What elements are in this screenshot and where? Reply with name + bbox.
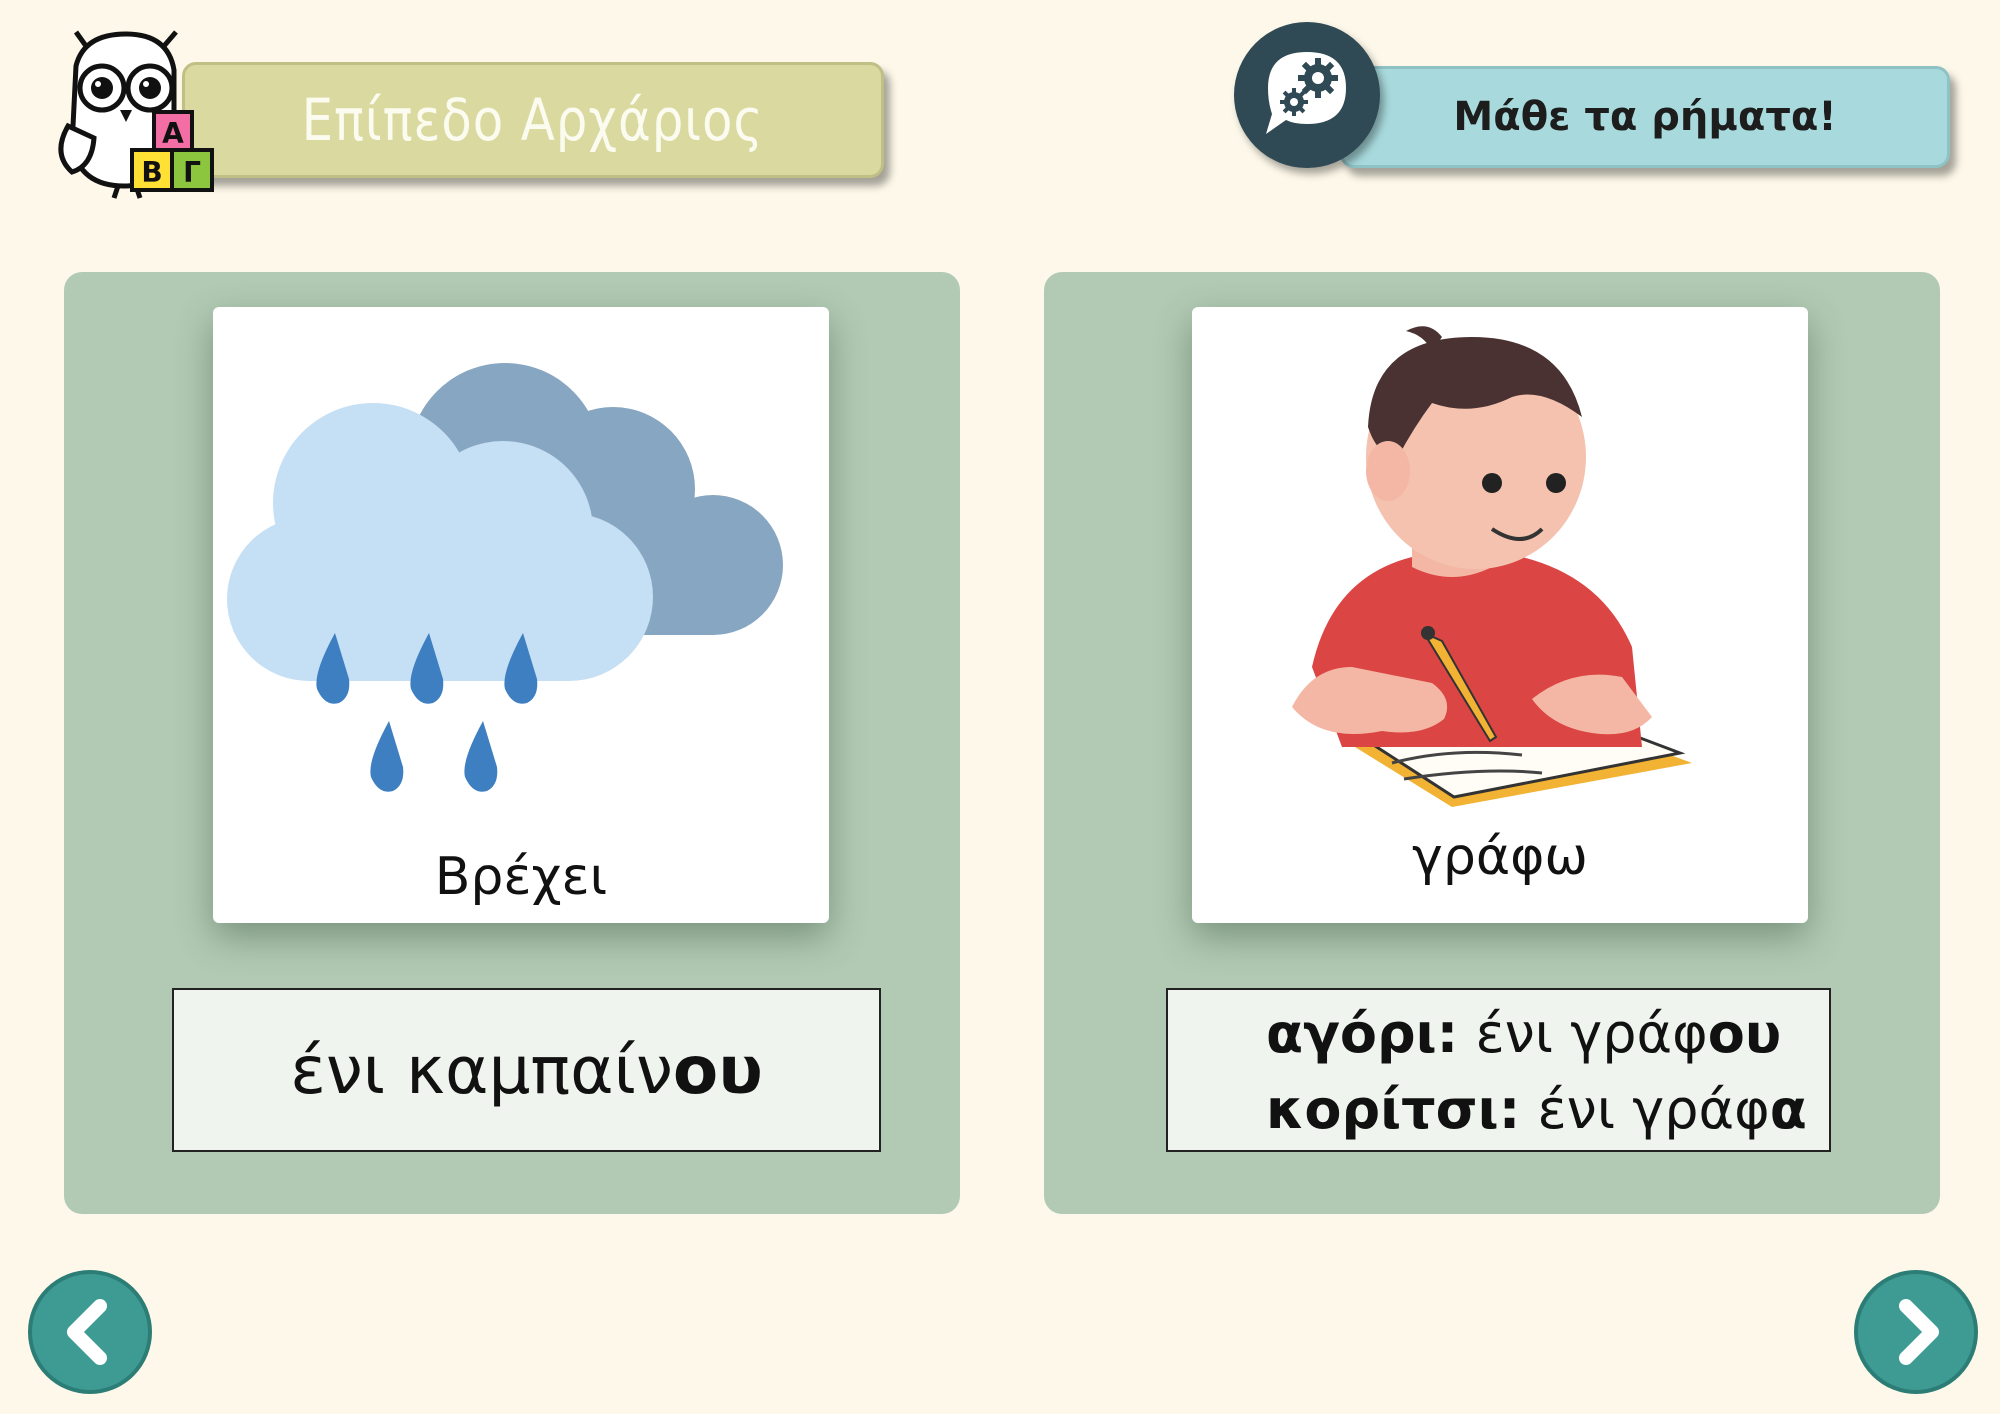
next-button[interactable] — [1854, 1270, 1978, 1394]
answer-line-boy: αγόρι: ένι γράφου — [1266, 1002, 1781, 1065]
answer-line-girl: κορίτσι: ένι γράφα — [1266, 1078, 1807, 1141]
owl-abc-logo: Α Β Γ — [58, 30, 214, 199]
answer-stem: ένι γράφ — [1520, 1078, 1770, 1141]
boy-writing-illustration — [1292, 326, 1692, 807]
answer-label: αγόρι: — [1266, 1002, 1459, 1065]
answer-label: κορίτσι: — [1266, 1078, 1521, 1141]
chevron-left-icon — [67, 1299, 107, 1365]
rain-verb-answer-box: ένι καμπαίνου — [172, 988, 881, 1152]
rain-cloud-illustration — [227, 363, 783, 792]
previous-button[interactable] — [28, 1270, 152, 1394]
card-caption: Βρέχει — [434, 847, 608, 907]
write-picture-card: γράφω — [1192, 307, 1808, 923]
rain-picture-card: Βρέχει — [213, 307, 829, 923]
logo-letter-g: Γ — [183, 156, 201, 189]
gears-speech-badge — [1234, 22, 1380, 168]
gears-speech-icon — [1266, 52, 1346, 134]
card-caption: γράφω — [1412, 827, 1588, 887]
answer-ending: ου — [672, 1031, 763, 1109]
chevron-right-icon — [1899, 1299, 1939, 1365]
logo-letter-b: Β — [141, 156, 162, 189]
rain-verb-answer: ένι καμπαίνου — [290, 1032, 763, 1109]
level-title: Επίπεδο Αρχάριος — [302, 86, 764, 154]
answer-ending: ου — [1707, 1002, 1782, 1065]
write-verb-answer-box: αγόρι: ένι γράφου κορίτσι: ένι γράφα — [1166, 988, 1831, 1152]
level-banner: Επίπεδο Αρχάριος — [182, 62, 884, 178]
answer-ending: α — [1769, 1078, 1807, 1141]
answer-stem: ένι καμπαίν — [290, 1031, 673, 1109]
logo-letter-a: Α — [162, 117, 184, 150]
learn-verbs-banner: Μάθε τα ρήματα! — [1340, 66, 1950, 168]
answer-stem: ένι γράφ — [1458, 1002, 1708, 1065]
learn-verbs-title: Μάθε τα ρήματα! — [1453, 94, 1837, 140]
